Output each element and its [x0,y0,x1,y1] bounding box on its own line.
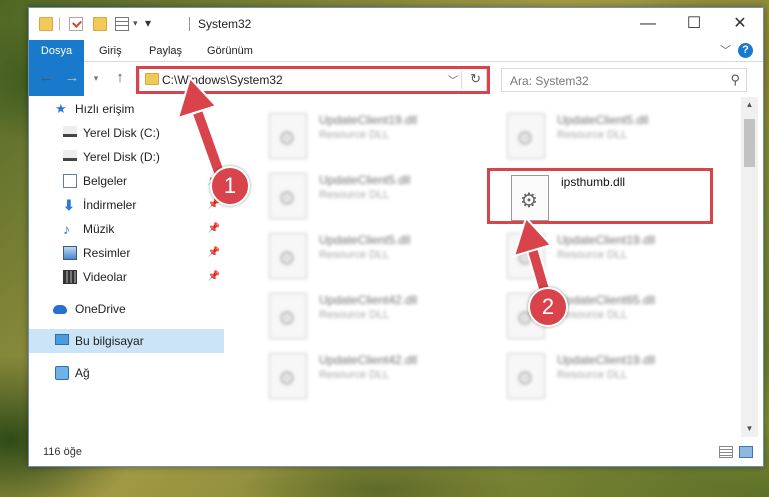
annotation-layer [176,76,554,301]
step-1-badge: 1 [210,166,250,206]
step-2-badge: 2 [528,287,568,327]
